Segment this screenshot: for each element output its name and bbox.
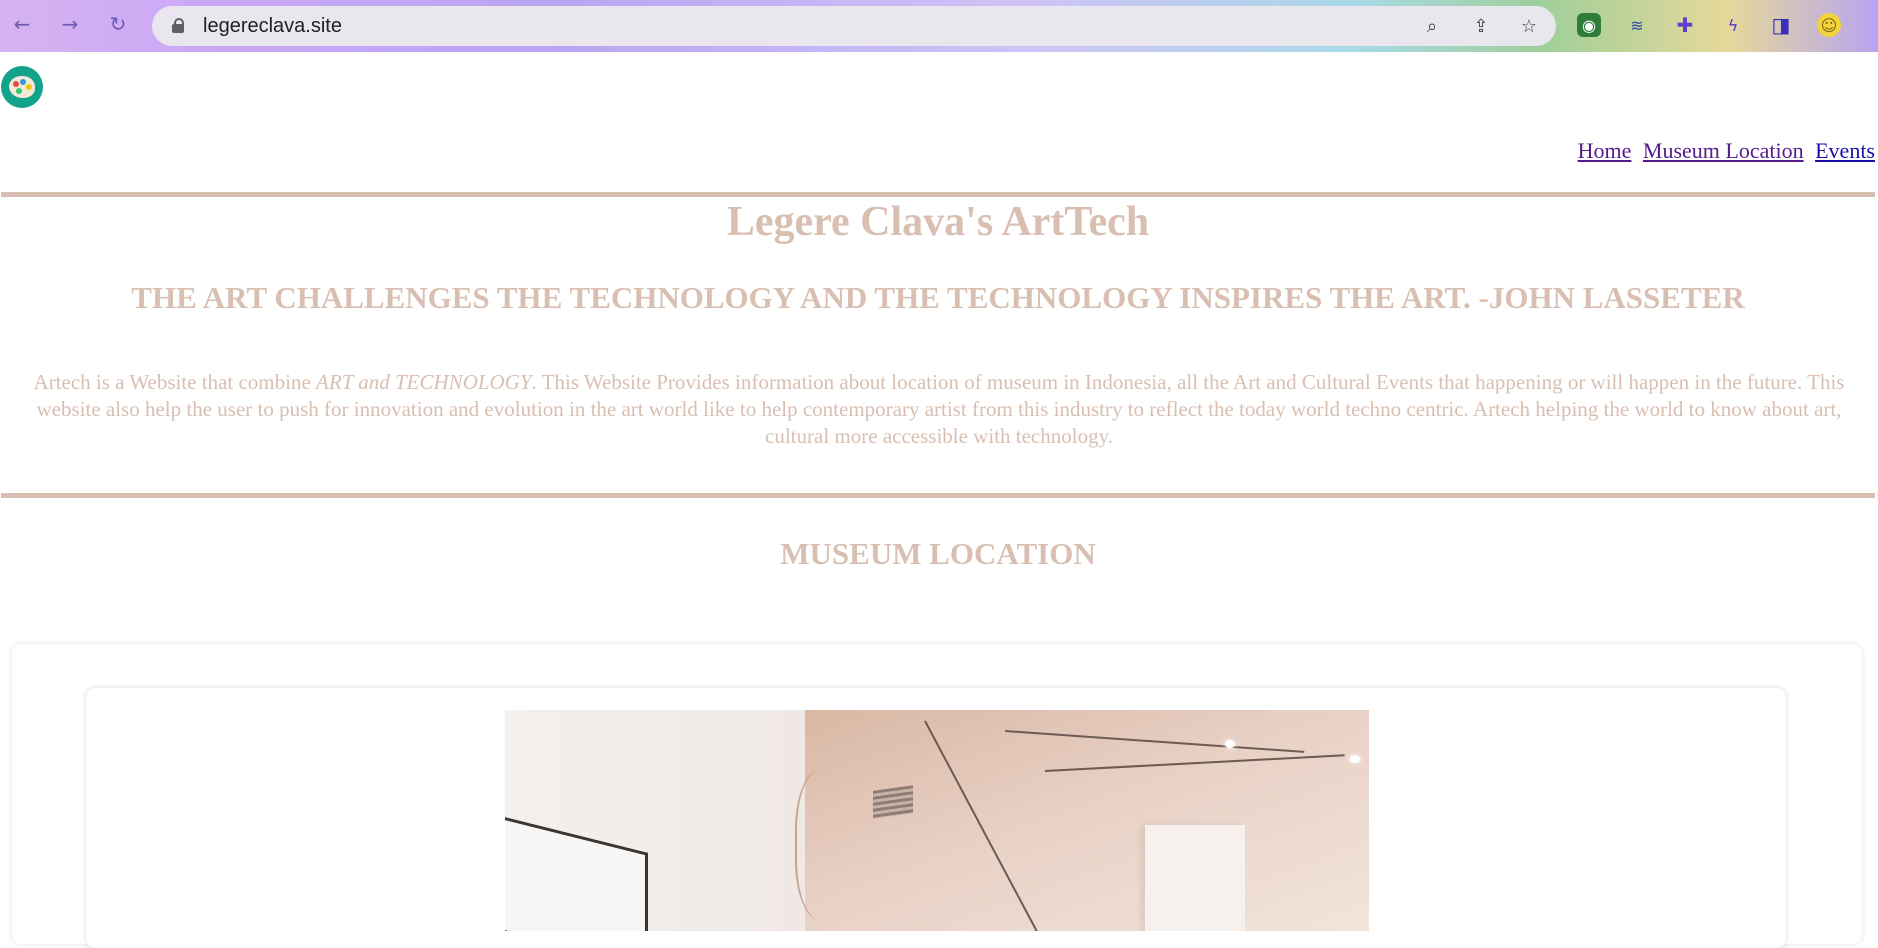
star-icon[interactable]: ☆ [1517,14,1541,38]
top-nav: Home Museum Location Events [1572,138,1875,164]
museum-photo [505,710,1369,931]
page-title: Legere Clava's ArtTech [726,199,1150,245]
nav-link-museum-location[interactable]: Museum Location [1643,138,1804,163]
divider [1,192,1875,197]
forward-arrow-icon[interactable]: → [57,11,83,37]
globe-extension-icon[interactable]: ◉ [1577,13,1601,37]
lock-icon[interactable] [172,18,184,33]
reload-icon[interactable]: ↻ [105,11,131,37]
divider [1,493,1875,498]
browser-toolbar: ← → ↻ legereclava.site ⌕ ⇪ ☆ ◉ ≋ ✚ ϟ ◨ ☺ [0,0,1878,52]
url-text[interactable]: legereclava.site [203,15,342,38]
section-title: MUSEUM LOCATION [780,536,1096,571]
zoom-icon[interactable]: ⌕ [1420,14,1444,38]
bolt-extension-icon[interactable]: ϟ [1721,13,1745,37]
nav-link-home[interactable]: Home [1578,138,1632,163]
puzzle-extension-icon[interactable]: ✚ [1673,13,1697,37]
intro-emphasis: ART and TECHNOLOGY [316,370,532,394]
intro-paragraph: Artech is a Website that combine ART and… [6,369,1872,450]
profile-avatar[interactable]: ☺ [1817,13,1841,37]
intro-text-start: Artech is a Website that combine [33,370,317,394]
back-arrow-icon[interactable]: ← [9,11,35,37]
palette-icon[interactable] [1,66,43,108]
nav-link-events[interactable]: Events [1815,138,1875,163]
address-bar[interactable]: legereclava.site ⌕ ⇪ ☆ [152,6,1556,46]
quote-heading: THE ART CHALLENGES THE TECHNOLOGY AND TH… [131,280,1745,315]
share-icon[interactable]: ⇪ [1469,14,1493,38]
sidepanel-icon[interactable]: ◨ [1769,13,1793,37]
layers-extension-icon[interactable]: ≋ [1625,13,1649,37]
